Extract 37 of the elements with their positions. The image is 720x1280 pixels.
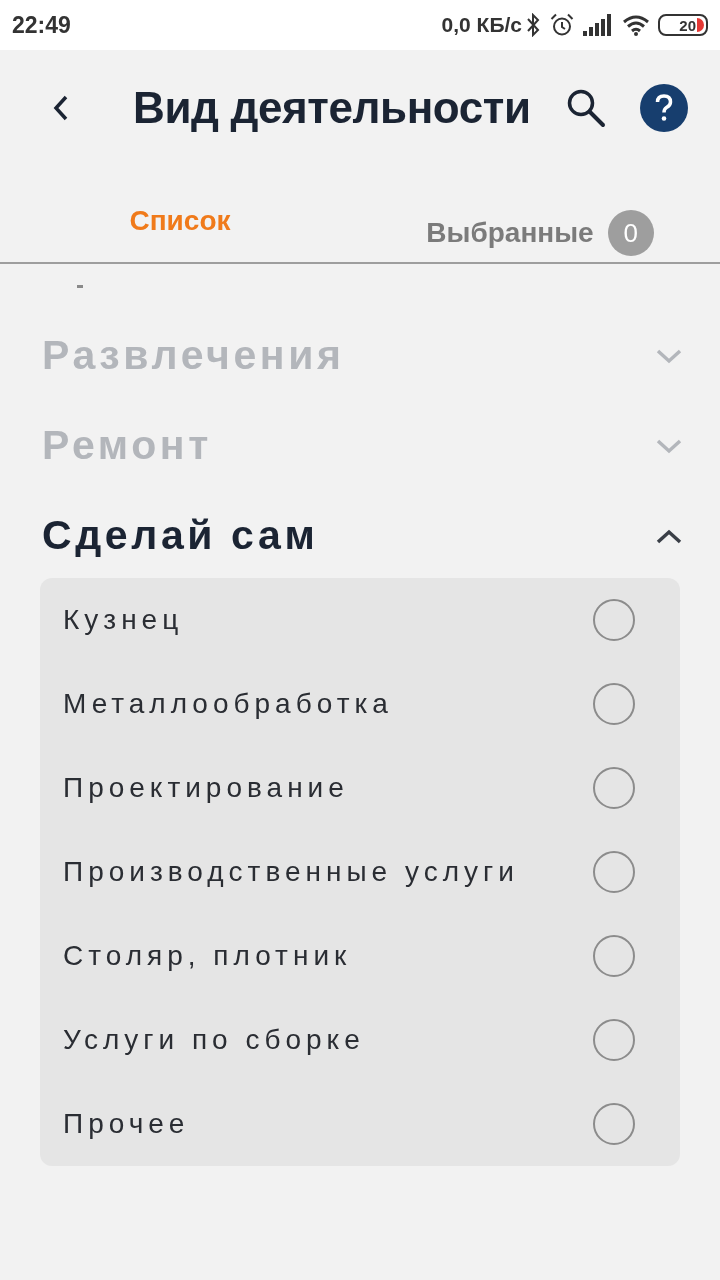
network-speed: 0,0 КБ/с — [441, 12, 522, 39]
category-title[interactable]: Сделай сам — [42, 505, 319, 567]
chevron-up-icon[interactable] — [656, 528, 682, 544]
status-time: 22:49 — [12, 10, 71, 40]
option-label: Услуги по сборке — [63, 1023, 365, 1057]
wifi-icon — [622, 14, 650, 36]
radio-button[interactable] — [593, 1019, 635, 1061]
category-title[interactable]: Ремонт — [42, 415, 212, 477]
bluetooth-icon — [526, 13, 540, 37]
page-title: Вид деятельности — [133, 82, 531, 134]
radio-button[interactable] — [593, 1103, 635, 1145]
option-label: Проектирование — [63, 771, 349, 805]
chevron-down-icon[interactable] — [656, 438, 682, 454]
radio-button[interactable] — [593, 767, 635, 809]
signal-bars-icon — [583, 14, 612, 36]
chevron-down-icon[interactable] — [656, 348, 682, 364]
category-title[interactable]: Развлечения — [42, 325, 345, 387]
tab-label: Выбранные — [426, 216, 594, 250]
option-label: Производственные услуги — [63, 855, 519, 889]
option-label: Металлообработка — [63, 687, 393, 721]
radio-button[interactable] — [593, 599, 635, 641]
count-badge: 0 — [607, 210, 654, 256]
back-chevron-icon — [53, 95, 69, 121]
option-label: Кузнец — [63, 603, 184, 637]
tab[interactable]: Выбранные 0 — [426, 210, 654, 256]
alarm-clock-icon — [550, 13, 574, 37]
tab[interactable]: Список — [129, 204, 231, 238]
question-mark-icon — [655, 94, 673, 122]
clipped-text-fragment — [77, 285, 83, 288]
radio-button[interactable] — [593, 935, 635, 977]
help-button[interactable] — [640, 84, 688, 132]
radio-button[interactable] — [593, 851, 635, 893]
option-label: Столяр, плотник — [63, 939, 352, 973]
radio-button[interactable] — [593, 683, 635, 725]
option-label: Прочее — [63, 1107, 190, 1141]
search-icon — [566, 88, 606, 128]
battery-level: 20 — [679, 17, 696, 33]
